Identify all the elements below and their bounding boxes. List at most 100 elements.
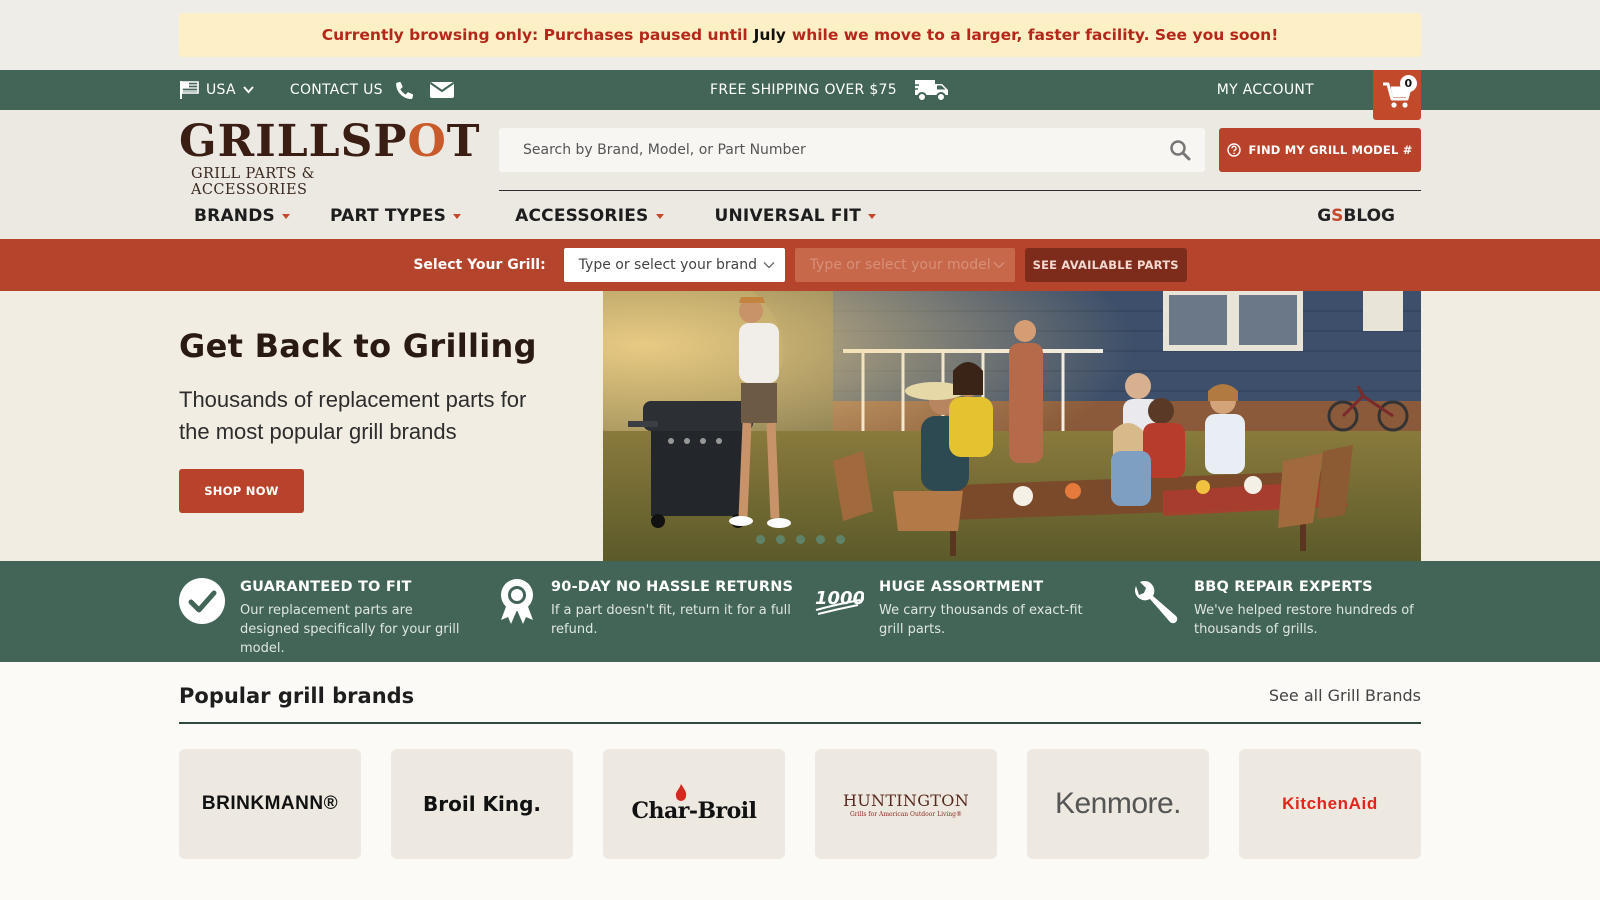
logo-word-2: T [446,116,481,167]
logo-flame-o: O [407,116,447,167]
brand-grid: BRINKMANN® Broil King. Char-Broil HUNTIN… [179,749,1421,859]
shop-now-button[interactable]: SHOP NOW [179,469,304,513]
free-shipping-label: FREE SHIPPING OVER $75 [710,82,897,98]
main-nav: BRANDS PART TYPES ACCESSORIES UNIVERSAL … [179,193,1421,239]
brand-card-huntington[interactable]: HUNTINGTON Grills for American Outdoor L… [815,749,997,859]
feature-description: If a part doesn't fit, return it for a f… [551,603,791,637]
see-available-parts-button[interactable]: SEE AVAILABLE PARTS [1024,248,1187,282]
hero-image [603,291,1421,561]
thousands-icon: 1000's [815,588,882,615]
feature-title: BBQ REPAIR EXPERTS [1194,579,1373,595]
check-circle-icon [179,578,225,624]
caret-down-icon [868,213,877,219]
feature-repair-experts: BBQ REPAIR EXPERTS We've helped restore … [1132,578,1424,639]
logo-word-1: GRILLSP [179,116,408,167]
envelope-icon[interactable] [429,80,455,100]
see-all-brands-link[interactable]: See all Grill Brands [1269,686,1421,705]
notice-text-1: Currently browsing only: Purchases pause… [321,26,748,44]
nav-accessories-label: ACCESSORIES [515,206,649,226]
popular-brands-title: Popular grill brands [179,684,415,708]
popular-brands-section: Popular grill brands See all Grill Brand… [0,662,1600,900]
model-select[interactable]: Type or select your model [794,248,1015,282]
hero-title: Get Back to Grilling [179,327,537,365]
gs-blog-label: BLOG [1343,206,1395,226]
wrench-icon [1135,581,1178,624]
model-select-placeholder: Type or select your model [809,257,991,273]
nav-part-types[interactable]: PART TYPES [330,206,462,226]
caret-down-icon [453,213,462,219]
chevron-down-icon [243,86,254,94]
notice-band: Currently browsing only: Purchases pause… [0,0,1600,70]
nav-part-types-label: PART TYPES [330,206,447,226]
carousel-dot[interactable] [756,535,765,544]
chevron-down-icon [993,262,1005,269]
features-bar: GUARANTEED TO FIT Our replacement parts … [0,561,1600,662]
carousel-dot[interactable] [836,535,845,544]
search-icon[interactable] [1169,139,1191,161]
find-grill-model-button[interactable]: FIND MY GRILL MODEL # [1219,128,1421,172]
notice-highlight: July [753,26,786,44]
nav-universal-fit[interactable]: UNIVERSAL FIT [715,206,877,226]
contact-us-link[interactable]: CONTACT US [290,79,455,101]
site-header: GRILLSPOT GRILL PARTS & ACCESSORIES FIND… [0,110,1600,239]
brand-card-char-broil[interactable]: Char-Broil [603,749,785,859]
hero-subtitle: Thousands of replacement parts for the m… [179,387,527,444]
nav-universal-fit-label: UNIVERSAL FIT [714,206,862,226]
grill-selector-bar: Select Your Grill: Type or select your b… [0,239,1600,291]
brand-card-brinkmann[interactable]: BRINKMANN® [179,749,361,859]
feature-assortment: 1000's HUGE ASSORTMENT We carry thousand… [814,578,1109,639]
feature-guaranteed-fit: GUARANTEED TO FIT Our replacement parts … [179,578,470,658]
hero-photo-illustration [603,291,1421,561]
nav-brands[interactable]: BRANDS [194,206,290,226]
chevron-down-icon [763,262,775,269]
feature-description: Our replacement parts are designed speci… [240,603,460,656]
search-input[interactable] [523,142,1169,158]
flag-icon [180,81,199,99]
search-bar [499,128,1205,172]
contact-us-label: CONTACT US [289,82,383,98]
logo-wordmark: GRILLSPOT [179,120,480,164]
feature-title: GUARANTEED TO FIT [240,579,412,595]
delivery-truck-icon [912,80,948,102]
grill-selector-label: Select Your Grill: [413,257,546,273]
feature-returns: 90-DAY NO HASSLE RETURNS If a part doesn… [499,578,793,639]
header-divider [499,190,1421,191]
carousel-dot[interactable] [796,535,805,544]
broil-king-logo: Broil King. [422,792,542,816]
feature-description: We carry thousands of exact-fit grill pa… [879,603,1083,637]
feature-title: 90-DAY NO HASSLE RETURNS [551,579,794,595]
find-grill-model-label: FIND MY GRILL MODEL # [1248,143,1413,157]
kitchenaid-logo: KitchenAid [1282,794,1378,813]
notice-banner: Currently browsing only: Purchases pause… [179,13,1421,57]
brands-divider [179,722,1421,724]
brand-card-broil-king[interactable]: Broil King. [391,749,573,859]
country-selector[interactable]: USA [179,81,254,99]
caret-down-icon [282,213,290,219]
top-bar: USA CONTACT US FREE SHIPPING OVER $75 MY… [0,70,1600,120]
brand-card-kenmore[interactable]: Kenmore. [1027,749,1209,859]
char-broil-logo: Char-Broil [631,798,757,824]
nav-brands-label: BRANDS [194,206,275,226]
question-circle-icon [1227,143,1242,157]
feature-description: We've helped restore hundreds of thousan… [1194,603,1414,637]
carousel-dot[interactable] [816,535,825,544]
grillspot-logo[interactable]: GRILLSPOT GRILL PARTS & ACCESSORIES [179,120,480,199]
brand-select[interactable]: Type or select your brand [563,248,785,282]
carousel-dot[interactable] [776,535,785,544]
notice-text-2: while we move to a larger, faster facili… [791,26,1279,44]
my-account-link[interactable]: MY ACCOUNT [1217,82,1314,98]
hero-section: Get Back to Grilling Thousands of replac… [0,291,1600,561]
ribbon-award-icon [501,579,533,624]
huntington-tagline: Grills for American Outdoor Living® [849,810,963,818]
phone-icon[interactable] [394,79,416,101]
brinkmann-logo: BRINKMANN® [201,793,339,814]
country-label: USA [206,82,236,98]
gs-blog-s: S [1331,206,1344,226]
brand-card-kitchenaid[interactable]: KitchenAid [1239,749,1421,859]
huntington-logo: HUNTINGTON Grills for American Outdoor L… [843,791,969,818]
nav-accessories[interactable]: ACCESSORIES [515,206,664,226]
feature-title: HUGE ASSORTMENT [879,579,1044,595]
nav-gs-blog[interactable]: GSBLOG [1317,206,1395,226]
free-shipping-notice: FREE SHIPPING OVER $75 [710,70,951,110]
huntington-name: HUNTINGTON [843,790,969,810]
